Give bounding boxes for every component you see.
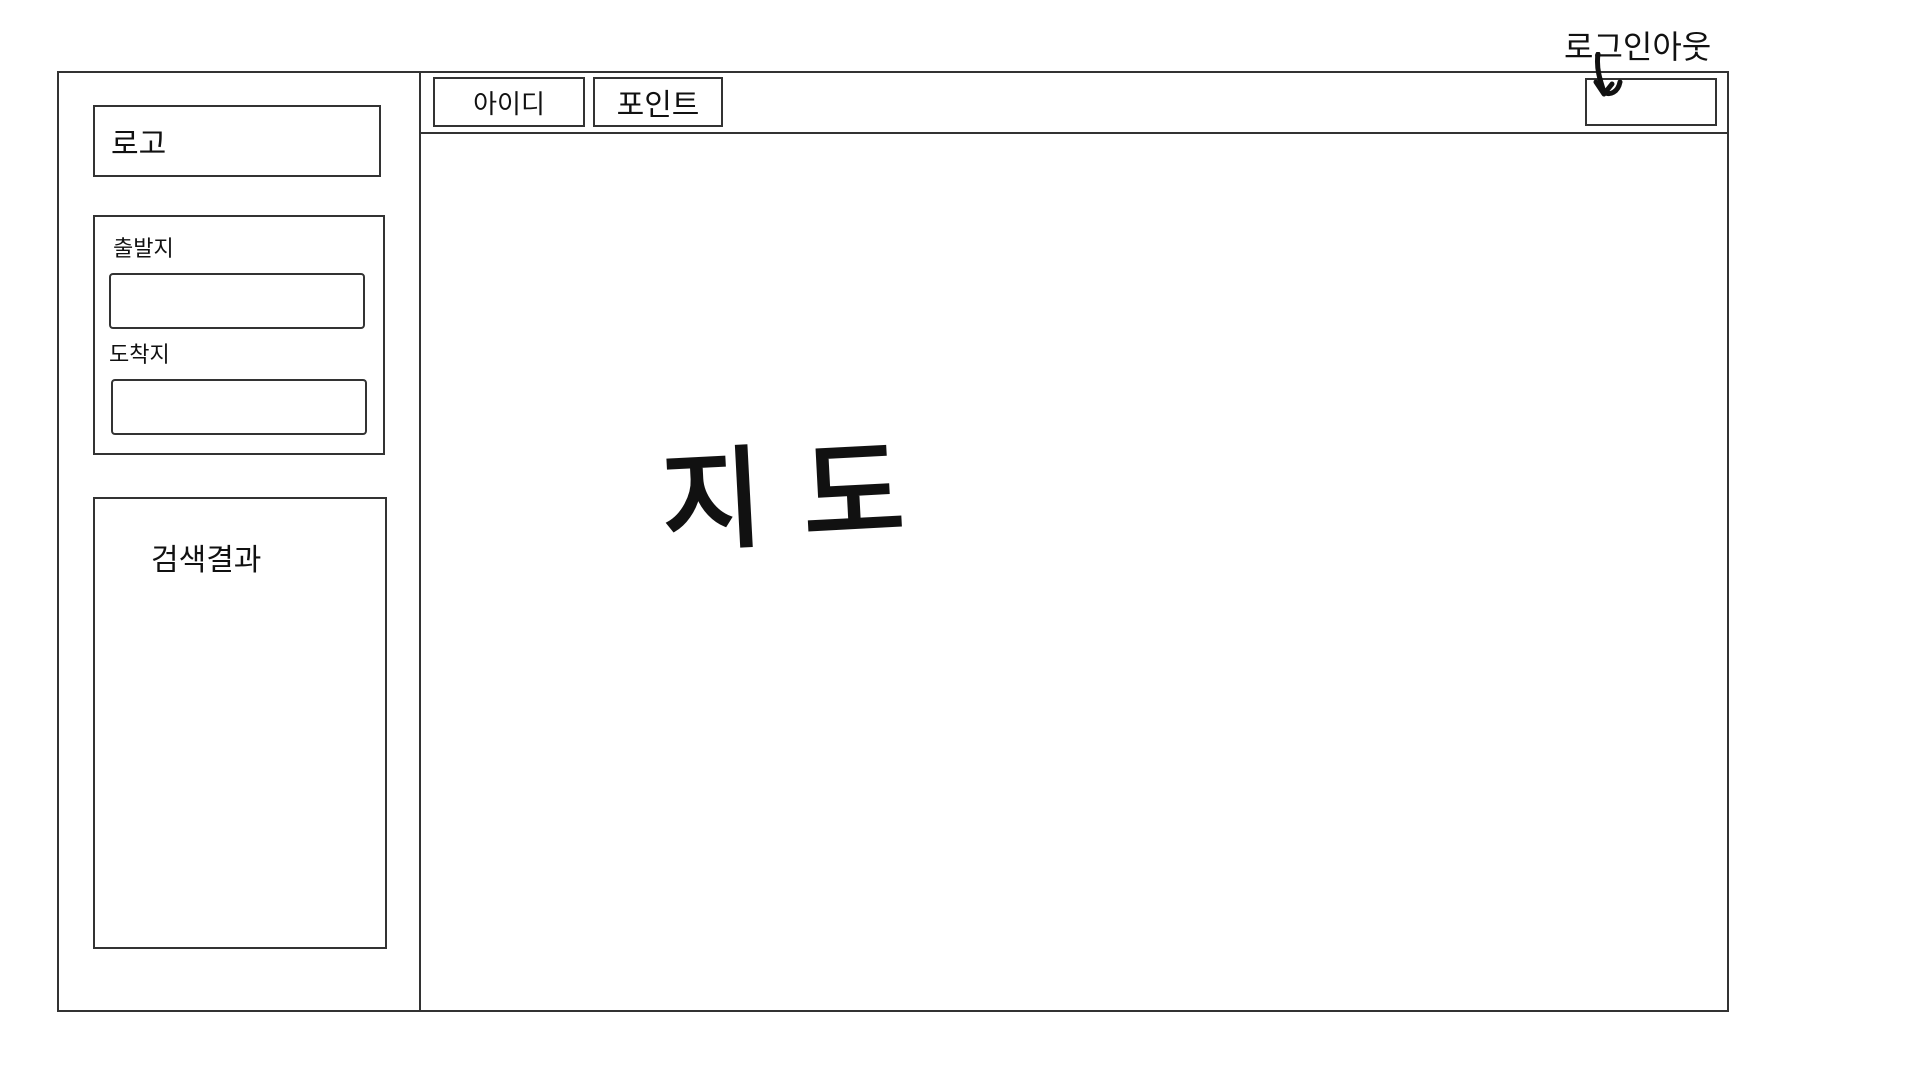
- destination-label: 도착지: [109, 343, 170, 368]
- map-title: 지도: [658, 424, 948, 568]
- annotation-arrow-icon: [1593, 52, 1623, 97]
- origin-label: 출발지: [113, 237, 174, 262]
- search-results-title: 검색결과: [151, 543, 262, 578]
- sidebar: 로고 출발지 도착지 검색결과: [57, 71, 421, 1012]
- destination-input[interactable]: [111, 379, 367, 435]
- origin-input[interactable]: [109, 273, 365, 329]
- login-logout-annotation: 로그인아웃: [1564, 28, 1712, 66]
- map-area[interactable]: 지도: [421, 134, 1729, 1012]
- points-button[interactable]: 포인트: [593, 77, 723, 127]
- logo[interactable]: 로고: [93, 105, 381, 177]
- user-id-button[interactable]: 아이디: [433, 77, 585, 127]
- top-bar: 아이디 포인트: [421, 71, 1729, 134]
- search-results-panel[interactable]: 검색결과: [93, 497, 387, 949]
- search-panel: 출발지 도착지: [93, 215, 385, 455]
